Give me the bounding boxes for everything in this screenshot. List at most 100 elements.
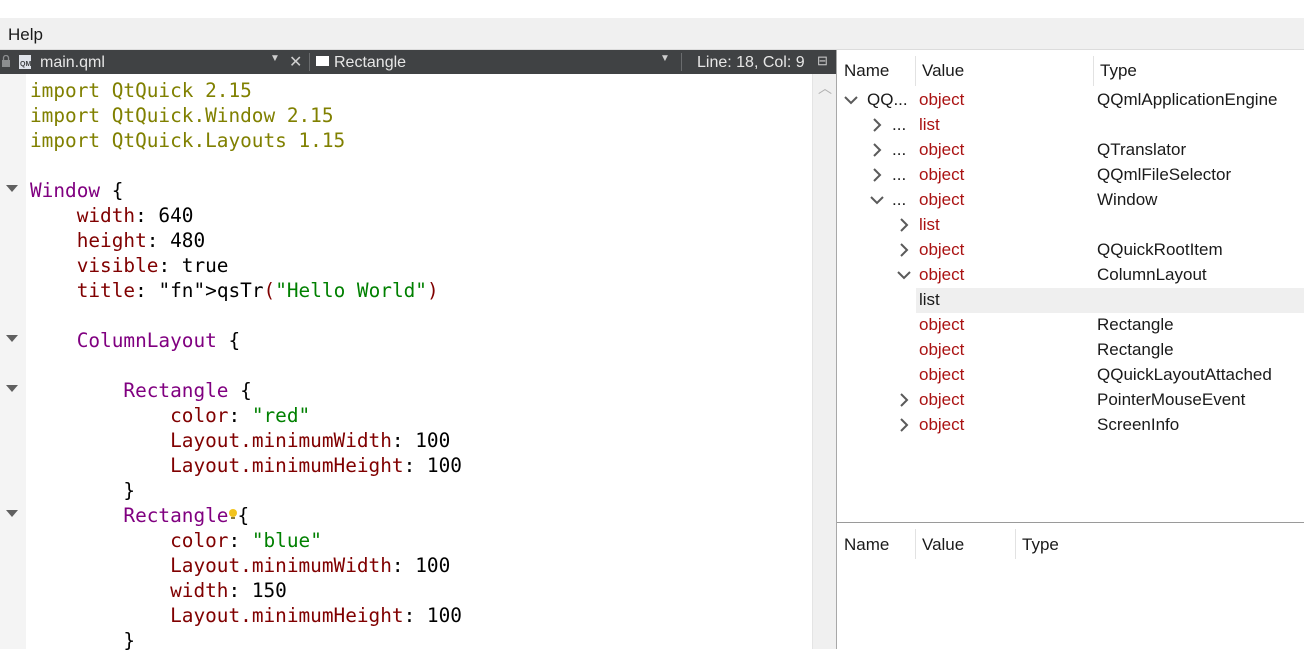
column-header-type[interactable]: Type (1100, 61, 1137, 81)
close-document-icon[interactable]: ✕ (289, 52, 302, 72)
chevron-right-icon[interactable] (868, 141, 886, 159)
menu-help[interactable]: Help (8, 25, 43, 45)
tree-row[interactable]: object ScreenInfo (837, 413, 1304, 438)
chevron-right-icon[interactable] (895, 216, 913, 234)
code-editor[interactable]: import QtQuick 2.15 import QtQuick.Windo… (0, 74, 837, 652)
column-header-value[interactable]: Value (922, 61, 964, 81)
tree-cell-value: object (919, 140, 965, 159)
code-line: height: 480 (76, 229, 206, 252)
code-line: Layout.minimumWidth: 100 (170, 554, 451, 577)
chevron-down-icon[interactable] (895, 266, 913, 284)
menu-bar: Help (0, 18, 1304, 50)
tree-row[interactable]: object PointerMouseEvent (837, 388, 1304, 413)
editor-scrollbar[interactable]: ︿ (812, 74, 837, 649)
fold-marker-icon[interactable] (6, 510, 18, 517)
tree-cell-value: object (919, 265, 965, 284)
tree-cell-value: object (919, 240, 965, 259)
column-header-value[interactable]: Value (922, 535, 964, 555)
tree-row[interactable]: list (837, 213, 1304, 238)
tree-row[interactable]: list (837, 288, 1304, 313)
tree-cell-type: Rectangle (1097, 340, 1174, 359)
properties-panel: Name Value Type (837, 523, 1304, 649)
code-line: ColumnLayout { (76, 329, 241, 352)
tree-row[interactable]: object ColumnLayout (837, 263, 1304, 288)
fold-marker-icon[interactable] (6, 385, 18, 392)
tree-cell-type: QQuickLayoutAttached (1097, 365, 1272, 384)
tree-cell-value: object (919, 415, 965, 434)
column-divider[interactable] (915, 529, 916, 559)
code-line: width: 150 (170, 579, 287, 602)
tree-cell-type: Window (1097, 190, 1158, 209)
column-divider[interactable] (1015, 529, 1016, 559)
tree-row[interactable]: object Rectangle (837, 338, 1304, 363)
tree-cell-value: list (919, 290, 940, 309)
tree-cell-type: QTranslator (1097, 140, 1187, 159)
toolbar-separator (309, 53, 310, 71)
tree-row[interactable]: QQ... object QQmlApplicationEngine (837, 88, 1304, 113)
tree-row[interactable]: ... object QTranslator (837, 138, 1304, 163)
tree-cell-type: PointerMouseEvent (1097, 390, 1246, 409)
column-header-name[interactable]: Name (844, 61, 889, 81)
fold-marker-icon[interactable] (6, 335, 18, 342)
column-header-name[interactable]: Name (844, 535, 889, 555)
tree-cell-type: ColumnLayout (1097, 265, 1207, 284)
split-view-icon[interactable]: ⊟ (817, 53, 828, 69)
tree-cell-type: ScreenInfo (1097, 415, 1180, 434)
code-line: Layout.minimumHeight: 100 (170, 604, 462, 627)
tree-row[interactable]: object Rectangle (837, 313, 1304, 338)
code-line: import QtQuick.Window 2.15 (30, 104, 334, 127)
tree-cell-type: QQuickRootItem (1097, 240, 1223, 259)
code-line: width: 640 (76, 204, 194, 227)
chevron-right-icon[interactable] (895, 241, 913, 259)
chevron-right-icon[interactable] (895, 416, 913, 434)
tree-cell-name: ... (892, 165, 907, 184)
symbol-dropdown-icon[interactable]: ▼ (660, 53, 670, 64)
tree-cell-type: QQmlApplicationEngine (1097, 90, 1278, 109)
chevron-down-icon[interactable] (868, 191, 886, 209)
code-line: color: "red" (170, 404, 311, 427)
tree-row[interactable]: ... list (837, 113, 1304, 138)
code-line: } (123, 479, 136, 502)
column-divider[interactable] (1093, 56, 1094, 86)
tree-cell-value: object (919, 190, 965, 209)
lock-icon[interactable] (2, 55, 10, 67)
fold-marker-icon[interactable] (6, 185, 18, 192)
chevron-right-icon[interactable] (868, 116, 886, 134)
editor-toolbar: QML main.qml ▼ ✕ Rectangle ▼ Line: 18, C… (0, 50, 837, 74)
qml-file-icon: QML (19, 55, 36, 69)
code-text[interactable]: import QtQuick 2.15 import QtQuick.Windo… (30, 78, 462, 653)
code-line: import QtQuick 2.15 (30, 79, 252, 102)
column-divider[interactable] (915, 56, 916, 86)
file-dropdown-icon[interactable]: ▼ (270, 53, 280, 64)
code-line: import QtQuick.Layouts 1.15 (30, 129, 346, 152)
code-line: Window { (30, 179, 124, 202)
tree-row[interactable]: object QQuickLayoutAttached (837, 363, 1304, 388)
tree-row[interactable]: ... object QQmlFileSelector (837, 163, 1304, 188)
tree-cell-value: list (919, 215, 940, 234)
column-header-type[interactable]: Type (1022, 535, 1059, 555)
current-symbol[interactable]: Rectangle (334, 54, 406, 72)
chevron-right-icon[interactable] (868, 166, 886, 184)
cursor-position[interactable]: Line: 18, Col: 9 (697, 54, 805, 72)
chevron-down-icon[interactable] (842, 91, 860, 109)
chevron-right-icon[interactable] (895, 391, 913, 409)
tree-cell-name: ... (892, 190, 907, 209)
toolbar-separator (681, 53, 682, 71)
rectangle-symbol-icon (316, 56, 329, 66)
tree-cell-value: object (919, 165, 965, 184)
tree-cell-value: list (919, 115, 940, 134)
code-line: Layout.minimumHeight: 100 (170, 454, 462, 477)
tree-cell-value: object (919, 390, 965, 409)
tree-cell-value: object (919, 315, 965, 334)
lightbulb-icon[interactable] (229, 509, 238, 519)
code-line: Rectangle{ (123, 504, 250, 527)
tree-row[interactable]: ... object Window (837, 188, 1304, 213)
open-file-name[interactable]: main.qml (40, 54, 105, 72)
editor-gutter (0, 74, 26, 649)
tree-cell-name: QQ... (867, 90, 908, 109)
scroll-up-icon[interactable]: ︿ (818, 78, 832, 98)
code-line: Rectangle { (123, 379, 252, 402)
object-tree: Name Value Type QQ... object QQmlApplicati… (837, 50, 1304, 522)
code-line: title: "fn">qsTr("Hello World") (76, 279, 439, 302)
tree-row[interactable]: object QQuickRootItem (837, 238, 1304, 263)
